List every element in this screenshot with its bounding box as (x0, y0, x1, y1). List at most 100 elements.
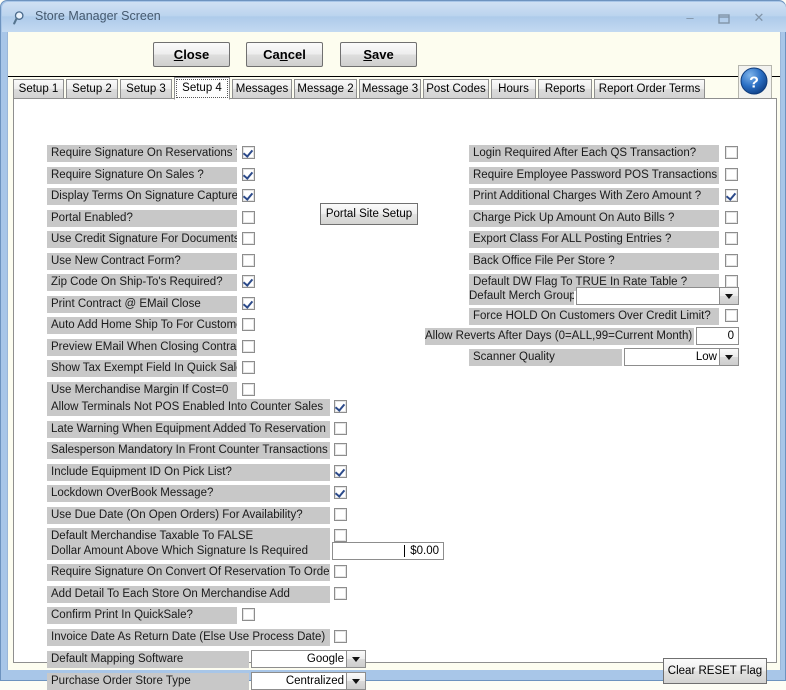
mid-option-checkbox[interactable] (334, 400, 347, 413)
mid-option-label: Include Equipment ID On Pick List? (47, 463, 330, 481)
mid-option-checkbox[interactable] (334, 443, 347, 456)
title-bar: Store Manager Screen – ✕ (2, 2, 786, 32)
cancel-button[interactable]: Cancel (246, 42, 323, 67)
left-option-label: Show Tax Exempt Field In Quick Sale (47, 360, 237, 377)
application-window: Store Manager Screen – ✕ Close Cancel Sa… (0, 0, 786, 690)
close-window-button[interactable]: ✕ (746, 9, 772, 26)
client-area: Close Cancel Save ? Setup 1 Setup 2 Setu… (7, 32, 781, 690)
scanner-quality-value: Low (695, 351, 717, 363)
tab-hours[interactable]: Hours (491, 79, 536, 99)
minimize-button[interactable]: – (677, 9, 703, 26)
allow-reverts-input[interactable]: 0 (696, 327, 739, 345)
lower-option-label: Require Signature On Convert Of Reservat… (47, 564, 330, 581)
purchase-order-store-type-label: Purchase Order Store Type (47, 673, 249, 690)
left-option-label: Print Contract @ EMail Close (47, 295, 237, 313)
lower-option-label: Confirm Print In QuickSale? (47, 607, 237, 624)
left-option-checkbox[interactable] (242, 339, 255, 353)
right-option-checkbox[interactable] (725, 146, 738, 159)
mid-option-checkbox[interactable] (334, 464, 347, 478)
tab-setup-4[interactable]: Setup 4 (174, 77, 230, 100)
clear-reset-flag-button[interactable]: Clear RESET Flag (663, 658, 767, 684)
mid-option-label: Use Due Date (On Open Orders) For Availa… (47, 506, 330, 524)
left-option-label: Use New Contract Form? (47, 252, 237, 270)
mid-option-label: Salesperson Mandatory In Front Counter T… (47, 442, 330, 459)
tab-report-order-terms[interactable]: Report Order Terms (594, 79, 705, 99)
left-option-label: Portal Enabled? (47, 209, 237, 227)
default-mapping-software-value: Google (306, 653, 344, 665)
force-hold-label: Force HOLD On Customers Over Credit Limi… (469, 308, 719, 325)
chevron-down-icon[interactable] (346, 673, 365, 689)
dollar-amount-input[interactable]: $0.00 (332, 542, 444, 560)
tab-setup-2[interactable]: Setup 2 (66, 79, 118, 99)
default-mapping-software-combo[interactable]: Google (251, 650, 366, 668)
left-option-checkbox[interactable] (242, 167, 255, 181)
close-button[interactable]: Close (153, 42, 230, 67)
chevron-down-icon[interactable] (719, 349, 738, 365)
tab-page-setup4: Require Signature On Reservations ? Requi… (13, 98, 777, 690)
allow-reverts-label: Allow Reverts After Days (0=ALL,99=Curre… (425, 328, 694, 345)
tab-setup-1[interactable]: Setup 1 (13, 79, 64, 99)
lower-option-label: Add Detail To Each Store On Merchandise … (47, 585, 330, 603)
left-option-checkbox[interactable] (242, 382, 255, 396)
left-option-checkbox[interactable] (242, 210, 255, 224)
left-option-label: Use Credit Signature For Documents? (47, 231, 237, 248)
purchase-order-store-type-value: Centralized (285, 675, 344, 687)
left-option-checkbox[interactable] (242, 146, 255, 159)
left-option-label: Require Signature On Reservations ? (47, 145, 237, 162)
tab-message-3[interactable]: Message 3 (359, 79, 421, 99)
left-option-label: Preview EMail When Closing Contract (47, 338, 237, 356)
dollar-amount-label: Dollar Amount Above Which Signature Is R… (47, 543, 330, 560)
default-merch-group-label: Default Merch Group (469, 288, 574, 305)
default-merch-group-combo[interactable] (576, 287, 739, 305)
maximize-button[interactable] (711, 9, 737, 26)
left-option-label: Display Terms On Signature Capture? (47, 188, 237, 205)
lower-option-checkbox[interactable] (242, 608, 255, 621)
right-option-label: Print Additional Charges With Zero Amoun… (469, 188, 719, 205)
mid-option-checkbox[interactable] (334, 507, 347, 521)
tab-post-codes[interactable]: Post Codes (423, 79, 489, 99)
left-option-checkbox[interactable] (242, 275, 255, 288)
left-option-label: Auto Add Home Ship To For Customer (47, 317, 237, 334)
scanner-quality-label: Scanner Quality (469, 349, 622, 366)
default-mapping-software-label: Default Mapping Software (47, 651, 249, 668)
tab-strip: Setup 1 Setup 2 Setup 3 Setup 4 Messages Mess… (13, 77, 777, 100)
window-title: Store Manager Screen (35, 9, 161, 23)
lower-option-checkbox[interactable] (334, 565, 347, 578)
left-option-label: Use Merchandise Margin If Cost=0 (47, 381, 237, 399)
tab-reports[interactable]: Reports (538, 79, 592, 99)
mid-option-checkbox[interactable] (334, 529, 347, 542)
left-option-label: Require Signature On Sales ? (47, 166, 237, 184)
mid-option-label: Late Warning When Equipment Added To Res… (47, 420, 330, 438)
lower-option-checkbox[interactable] (334, 586, 347, 600)
left-option-checkbox[interactable] (242, 232, 255, 245)
right-option-label: Require Employee Password POS Transactio… (469, 166, 719, 184)
force-hold-checkbox[interactable] (725, 309, 738, 322)
mid-option-label: Allow Terminals Not POS Enabled Into Cou… (47, 399, 330, 416)
left-option-checkbox[interactable] (242, 296, 255, 310)
mid-option-checkbox[interactable] (334, 486, 347, 499)
right-option-checkbox[interactable] (725, 189, 738, 202)
right-option-label: Export Class For ALL Posting Entries ? (469, 231, 719, 248)
save-button[interactable]: Save (340, 42, 417, 67)
tab-message-2[interactable]: Message 2 (294, 79, 357, 99)
lower-option-checkbox[interactable] (334, 629, 347, 643)
right-option-checkbox[interactable] (725, 253, 738, 267)
purchase-order-store-type-combo[interactable]: Centralized (251, 672, 366, 690)
left-option-checkbox[interactable] (242, 189, 255, 202)
chevron-down-icon[interactable] (719, 288, 738, 304)
lower-option-label: Invoice Date As Return Date (Else Use Pr… (47, 628, 330, 646)
left-option-checkbox[interactable] (242, 361, 255, 374)
left-option-checkbox[interactable] (242, 253, 255, 267)
magnifier-icon (13, 10, 29, 26)
right-option-checkbox[interactable] (725, 232, 738, 245)
chevron-down-icon[interactable] (346, 651, 365, 667)
left-option-checkbox[interactable] (242, 318, 255, 331)
scanner-quality-combo[interactable]: Low (624, 348, 739, 366)
right-option-checkbox[interactable] (725, 210, 738, 224)
right-option-label: Back Office File Per Store ? (469, 252, 719, 270)
right-option-checkbox[interactable] (725, 167, 738, 181)
mid-option-checkbox[interactable] (334, 421, 347, 435)
tab-setup-3[interactable]: Setup 3 (120, 79, 172, 99)
portal-site-setup-button[interactable]: Portal Site Setup (320, 203, 418, 225)
tab-messages[interactable]: Messages (232, 79, 292, 99)
